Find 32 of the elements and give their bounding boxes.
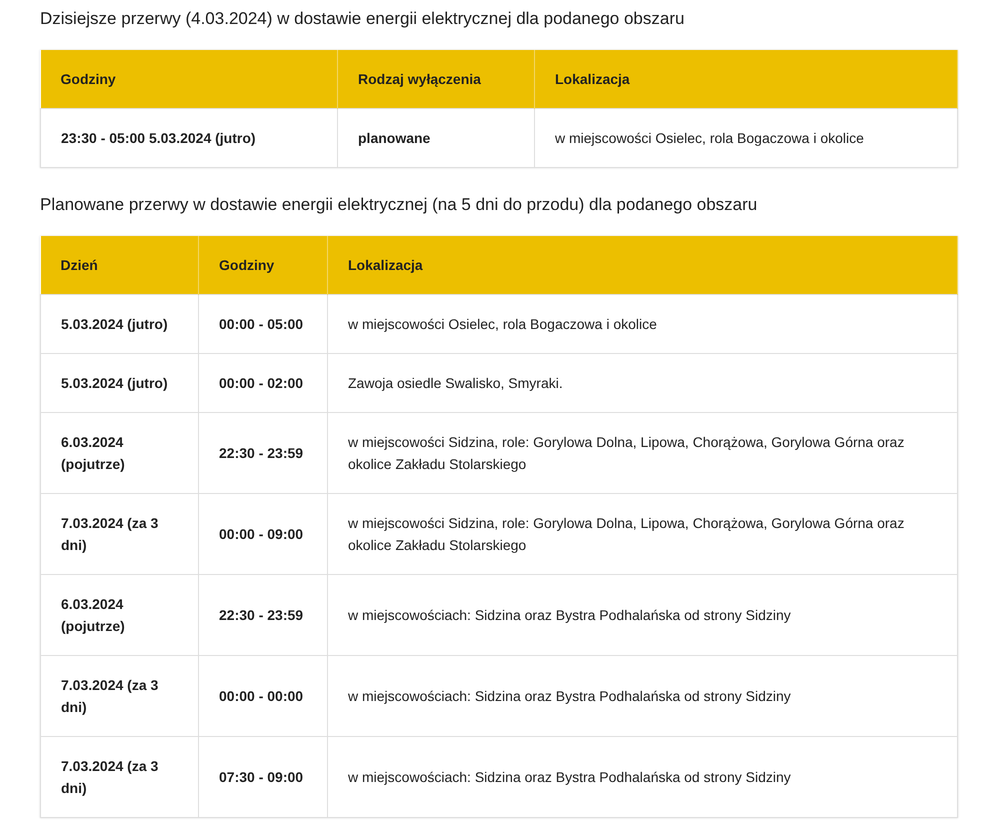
column-header: Godziny xyxy=(198,236,328,294)
table-cell: 00:00 - 09:00 xyxy=(198,494,328,574)
table-cell: Zawoja osiedle Swalisko, Smyraki. xyxy=(328,354,958,412)
section-title: Dzisiejsze przerwy (4.03.2024) w dostawie energii elektrycznej dla podanego obszaru xyxy=(40,8,686,30)
table-cell: w miejscowości Sidzina, role: Gorylowa Dolna, Lipowa, Chorążowa, Gorylowa Górna oraz okolice Zakładu Stolarskiego xyxy=(328,494,958,574)
table-cell: 6.03.2024 (pojutrze) xyxy=(40,574,198,656)
table-cell: 6.03.2024 (pojutrze) xyxy=(40,412,198,494)
table-cell: 22:30 - 23:59 xyxy=(198,412,328,494)
table-cell: 23:30 - 05:00 5.03.2024 (jutro) xyxy=(40,108,338,168)
section-title: Planowane przerwy w dostawie energii elektrycznej (na 5 dni do przodu) dla podanego obszaru xyxy=(40,194,758,216)
table-cell: planowane xyxy=(338,108,534,168)
table-cell: 7.03.2024 (za 3 dni) xyxy=(40,494,198,574)
table-cell: 5.03.2024 (jutro) xyxy=(40,354,198,412)
table-cell: w miejscowościach: Sidzina oraz Bystra Podhalańska od strony Sidziny xyxy=(328,736,958,818)
table-cell: 00:00 - 05:00 xyxy=(198,294,328,354)
column-header: Lokalizacja xyxy=(534,50,958,108)
column-header: Lokalizacja xyxy=(328,236,958,294)
table-cell: w miejscowościach: Sidzina oraz Bystra Podhalańska od strony Sidziny xyxy=(328,574,958,656)
table-cell: 00:00 - 02:00 xyxy=(198,354,328,412)
table-cell: 07:30 - 09:00 xyxy=(198,736,328,818)
table-cell: 22:30 - 23:59 xyxy=(198,574,328,656)
column-header: Rodzaj wyłączenia xyxy=(338,50,534,108)
table-cell: w miejscowości Sidzina, role: Gorylowa Dolna, Lipowa, Chorążowa, Gorylowa Górna oraz okolice Zakładu Stolarskiego xyxy=(328,412,958,494)
column-header: Dzień xyxy=(40,236,198,294)
table-cell: w miejscowości Osielec, rola Bogaczowa i okolice xyxy=(328,294,958,354)
column-header: Godziny xyxy=(40,50,338,108)
table-cell: 7.03.2024 (za 3 dni) xyxy=(40,656,198,736)
table-cell: w miejscowościach: Sidzina oraz Bystra Podhalańska od strony Sidziny xyxy=(328,656,958,736)
table-cell: 5.03.2024 (jutro) xyxy=(40,294,198,354)
table-cell: 00:00 - 00:00 xyxy=(198,656,328,736)
table-cell: w miejscowości Osielec, rola Bogaczowa i okolice xyxy=(534,108,958,168)
table-cell: 7.03.2024 (za 3 dni) xyxy=(40,736,198,818)
